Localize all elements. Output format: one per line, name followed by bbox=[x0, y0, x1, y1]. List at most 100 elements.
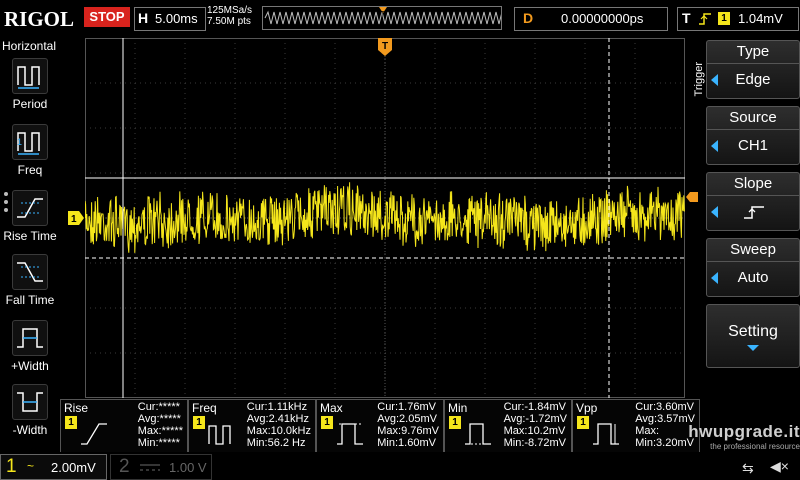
measurement-freq[interactable]: Freq 1 Cur:1.11kHz Avg:2.41kHz Max:10.0k… bbox=[188, 399, 316, 453]
source-badge: 1 bbox=[449, 416, 461, 429]
horizontal-measure-menu: Horizontal Period 1 Freq Rise Time Fall … bbox=[0, 38, 60, 450]
trigger-setting-button[interactable]: Setting bbox=[706, 304, 800, 368]
measurement-min[interactable]: Min 1 Cur:-1.84mV Avg:-1.72mV Max:10.2mV… bbox=[444, 399, 572, 453]
memory-overview-bar[interactable]: T bbox=[262, 6, 506, 30]
usb-icon: ⇆ bbox=[742, 460, 754, 476]
overview-trigger-letter: T bbox=[380, 11, 385, 18]
trigger-level-marker[interactable] bbox=[686, 192, 698, 202]
run-stop-indicator[interactable]: STOP bbox=[84, 7, 130, 27]
measurement-rise[interactable]: Rise 1 Cur:***** Avg:***** Max:***** Min… bbox=[60, 399, 188, 453]
rising-edge-icon bbox=[699, 13, 711, 25]
channel1-scale: 2.00mV bbox=[51, 460, 96, 475]
chevron-down-icon bbox=[747, 345, 759, 351]
type-title: Type bbox=[707, 41, 799, 64]
period-icon bbox=[12, 58, 48, 94]
measure-positive-width-button[interactable]: +Width bbox=[0, 320, 60, 373]
memory-overview-waveform: T bbox=[264, 7, 506, 25]
source-badge: 1 bbox=[577, 416, 589, 429]
freq-icon: 1 bbox=[12, 124, 48, 160]
rigol-logo: RIGOL bbox=[4, 7, 75, 31]
channel2-status[interactable]: 2 1.00 V bbox=[110, 454, 212, 480]
trigger-channel-badge: 1 bbox=[718, 12, 730, 25]
max-value: Max:10.2mV bbox=[503, 425, 566, 437]
trigger-source-button[interactable]: Source CH1 bbox=[706, 106, 800, 165]
sweep-title: Sweep bbox=[707, 239, 799, 262]
trigger-sweep-button[interactable]: Sweep Auto bbox=[706, 238, 800, 297]
trigger-type-button[interactable]: Type Edge bbox=[706, 40, 800, 99]
horizontal-timebase-box[interactable]: H 5.00ms bbox=[134, 7, 206, 31]
period-label: Period bbox=[12, 97, 48, 111]
horizontal-label: H bbox=[138, 10, 149, 26]
trigger-slope-button[interactable]: Slope bbox=[706, 172, 800, 231]
measure-period-button[interactable]: Period bbox=[0, 58, 60, 111]
fall-time-icon bbox=[12, 254, 48, 290]
measure-rise-time-button[interactable]: Rise Time bbox=[0, 190, 60, 243]
channel1-status[interactable]: 1 ~ 2.00mV bbox=[0, 454, 107, 480]
coupling-ac-icon: ~ bbox=[27, 459, 35, 473]
measure-freq-button[interactable]: 1 Freq bbox=[0, 124, 60, 177]
site-watermark: hwupgrade.it the professional resource bbox=[600, 422, 800, 451]
watermark-title: hwupgrade.it bbox=[688, 422, 800, 441]
max-icon bbox=[337, 423, 363, 445]
trigger-menu-title: Trigger bbox=[693, 62, 705, 97]
measurement-max[interactable]: Max 1 Cur:1.76mV Avg:2.05mV Max:9.76mV M… bbox=[316, 399, 444, 453]
source-title: Source bbox=[707, 107, 799, 130]
measure-fall-time-button[interactable]: Fall Time bbox=[0, 254, 60, 307]
cur-value: Cur:***** bbox=[137, 401, 180, 413]
delay-value: 0.00000000ps bbox=[561, 11, 644, 26]
positive-width-label: +Width bbox=[11, 359, 49, 373]
min-value: Min:-8.72mV bbox=[503, 437, 566, 449]
avg-value: Avg:-1.72mV bbox=[503, 413, 567, 425]
max-value: Max:10.0kHz bbox=[246, 425, 311, 437]
measurement-name: Freq bbox=[192, 401, 217, 415]
slope-title: Slope bbox=[707, 173, 799, 196]
rise-time-icon bbox=[12, 190, 48, 226]
source-value: CH1 bbox=[737, 137, 768, 154]
measurement-name: Vpp bbox=[576, 401, 598, 415]
acquisition-info: 125MSa/s 7.50M pts bbox=[207, 5, 252, 27]
positive-width-icon bbox=[12, 320, 48, 356]
min-value: Min:56.2 Hz bbox=[246, 437, 306, 449]
delay-icon: D bbox=[523, 10, 534, 26]
min-icon bbox=[465, 423, 491, 445]
speaker-muted-icon[interactable]: ◀× bbox=[770, 458, 789, 475]
cur-value: Cur:1.11kHz bbox=[246, 401, 308, 413]
negative-width-label: -Width bbox=[12, 423, 48, 437]
channel1-number: 1 bbox=[6, 456, 17, 477]
waveform-display[interactable] bbox=[84, 38, 685, 398]
measure-negative-width-button[interactable]: -Width bbox=[0, 384, 60, 437]
cur-value: Cur:-1.84mV bbox=[503, 401, 566, 413]
min-value: Min:***** bbox=[137, 437, 180, 449]
channel1-offset-marker[interactable]: 1 bbox=[68, 211, 84, 225]
svg-text:T: T bbox=[382, 41, 388, 52]
measurement-name: Max bbox=[320, 401, 343, 415]
measurement-name: Rise bbox=[64, 401, 89, 415]
freq-icon bbox=[208, 425, 231, 445]
min-value: Min:1.60mV bbox=[377, 437, 436, 449]
max-value: Max:***** bbox=[137, 425, 183, 437]
cur-value: Cur:3.60mV bbox=[635, 401, 694, 413]
trigger-status-box[interactable]: T 1 1.04mV bbox=[677, 7, 799, 31]
trigger-level-value: 1.04mV bbox=[738, 11, 783, 26]
rising-slope-icon bbox=[744, 206, 764, 219]
coupling-dc-icon bbox=[140, 464, 160, 471]
trigger-position-marker[interactable]: T bbox=[378, 38, 392, 56]
freq-label: Freq bbox=[17, 163, 43, 177]
negative-width-icon bbox=[12, 384, 48, 420]
sample-rate: 125MSa/s bbox=[207, 5, 253, 16]
avg-value: Avg:2.41kHz bbox=[246, 413, 309, 425]
cur-value: Cur:1.76mV bbox=[377, 401, 436, 413]
fall-time-label: Fall Time bbox=[5, 293, 55, 307]
left-arrow-icon bbox=[711, 206, 718, 218]
delay-box[interactable]: D 0.00000000ps bbox=[514, 7, 668, 31]
svg-text:1: 1 bbox=[71, 214, 77, 225]
svg-text:1: 1 bbox=[17, 137, 22, 147]
avg-value: Avg:2.05mV bbox=[377, 413, 437, 425]
watermark-subtitle: the professional resource bbox=[710, 442, 800, 451]
source-badge: 1 bbox=[321, 416, 333, 429]
type-value: Edge bbox=[735, 71, 771, 88]
rise-time-icon bbox=[81, 423, 107, 445]
timebase-value: 5.00ms bbox=[155, 11, 198, 26]
source-badge: 1 bbox=[193, 416, 205, 429]
channel2-number: 2 bbox=[119, 456, 130, 477]
